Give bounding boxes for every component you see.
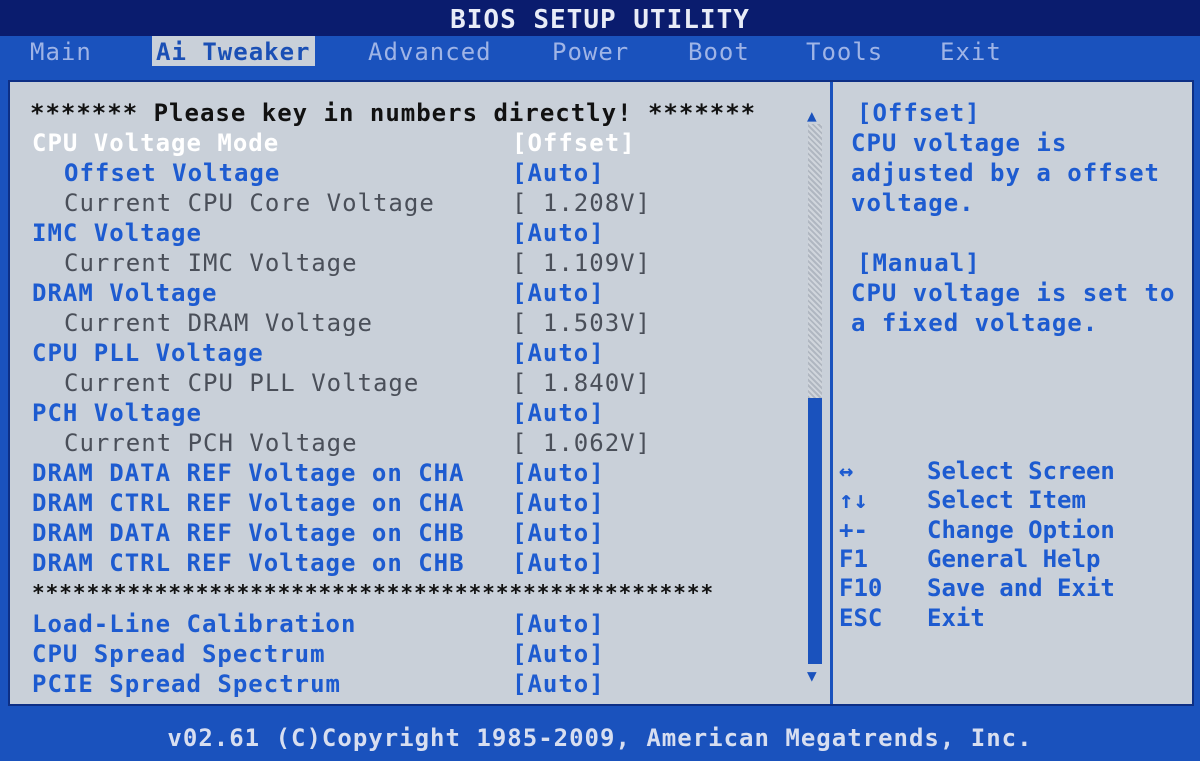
key-description: Exit: [927, 604, 985, 632]
setting-label: CPU Spread Spectrum: [32, 640, 326, 668]
setting-value[interactable]: [Auto]: [512, 488, 605, 518]
help-text: [Offset]: [857, 99, 981, 127]
tab-ai-tweaker[interactable]: Ai Tweaker: [152, 36, 315, 66]
setting-value[interactable]: [Auto]: [512, 278, 605, 308]
setting-label: PCH Voltage: [32, 399, 202, 427]
help-text: adjusted by a offset: [851, 159, 1160, 187]
setting-value: [ 1.840V]: [512, 369, 652, 397]
key-description: Change Option: [927, 516, 1115, 544]
setting-label: DRAM CTRL REF Voltage on CHA: [32, 489, 465, 517]
help-text: CPU voltage is set to: [851, 279, 1176, 307]
setting-value[interactable]: [Auto]: [512, 609, 605, 639]
setting-value[interactable]: [Offset]: [512, 128, 636, 158]
tab-advanced[interactable]: Advanced: [368, 36, 492, 66]
setting-label: Load-Line Calibration: [32, 610, 357, 638]
setting-value[interactable]: [Auto]: [512, 458, 605, 488]
tab-exit[interactable]: Exit: [940, 36, 1002, 66]
up-down-arrows-icon: ↑↓: [839, 486, 868, 514]
scrollbar-thumb[interactable]: [808, 398, 822, 664]
tab-main[interactable]: Main: [30, 36, 92, 66]
plus-minus-key: +-: [839, 516, 868, 544]
notice-line: ******* Please key in numbers directly! …: [30, 99, 757, 127]
tab-power[interactable]: Power: [552, 36, 629, 66]
separator-line: ****************************************…: [32, 581, 715, 605]
setting-value[interactable]: [Auto]: [512, 158, 605, 188]
setting-label: Current CPU PLL Voltage: [64, 369, 420, 397]
setting-label: DRAM DATA REF Voltage on CHB: [32, 519, 465, 547]
setting-value[interactable]: [Auto]: [512, 548, 605, 578]
setting-label: DRAM CTRL REF Voltage on CHB: [32, 549, 465, 577]
left-right-arrows-icon: ↔: [839, 457, 854, 485]
main-panel: ******* Please key in numbers directly! …: [8, 80, 1194, 706]
help-text: [Manual]: [857, 249, 981, 277]
setting-value[interactable]: [Auto]: [512, 669, 605, 699]
help-text: CPU voltage is: [851, 129, 1068, 157]
setting-value[interactable]: [Auto]: [512, 218, 605, 248]
scroll-up-icon[interactable]: ▲: [807, 106, 817, 125]
setting-value: [ 1.208V]: [512, 189, 652, 217]
key-description: Select Item: [927, 486, 1086, 514]
tab-boot[interactable]: Boot: [688, 36, 750, 66]
f10-key: F10: [839, 574, 883, 602]
setting-value[interactable]: [Auto]: [512, 398, 605, 428]
help-pane: [Offset] CPU voltage is adjusted by a of…: [833, 82, 1192, 704]
settings-pane: ******* Please key in numbers directly! …: [10, 82, 830, 704]
window-title: BIOS SETUP UTILITY: [0, 0, 1200, 36]
setting-label: DRAM DATA REF Voltage on CHA: [32, 459, 465, 487]
setting-label: Offset Voltage: [64, 159, 281, 187]
help-text: a fixed voltage.: [851, 309, 1099, 337]
setting-value[interactable]: [Auto]: [512, 338, 605, 368]
copyright-footer: v02.61 (C)Copyright 1985-2009, American …: [0, 716, 1200, 761]
scroll-down-icon[interactable]: ▼: [807, 666, 817, 685]
setting-label: IMC Voltage: [32, 219, 202, 247]
setting-label: Current IMC Voltage: [64, 249, 358, 277]
tab-tools[interactable]: Tools: [806, 36, 883, 66]
setting-label: Current PCH Voltage: [64, 429, 358, 457]
setting-value: [ 1.503V]: [512, 309, 652, 337]
setting-value[interactable]: [Auto]: [512, 639, 605, 669]
setting-label: Current DRAM Voltage: [64, 309, 373, 337]
setting-value: [ 1.062V]: [512, 429, 652, 457]
setting-value: [ 1.109V]: [512, 249, 652, 277]
setting-label: DRAM Voltage: [32, 279, 218, 307]
help-text: voltage.: [851, 189, 975, 217]
menu-bar: Main Ai Tweaker Advanced Power Boot Tool…: [0, 36, 1200, 68]
esc-key: ESC: [839, 604, 883, 632]
setting-value[interactable]: [Auto]: [512, 518, 605, 548]
key-description: Select Screen: [927, 457, 1115, 485]
setting-label: PCIE Spread Spectrum: [32, 670, 341, 698]
setting-label: CPU Voltage Mode: [32, 129, 280, 157]
key-description: General Help: [927, 545, 1101, 573]
f1-key: F1: [839, 545, 868, 573]
key-description: Save and Exit: [927, 574, 1115, 602]
setting-label: Current CPU Core Voltage: [64, 189, 435, 217]
setting-label: CPU PLL Voltage: [32, 339, 264, 367]
